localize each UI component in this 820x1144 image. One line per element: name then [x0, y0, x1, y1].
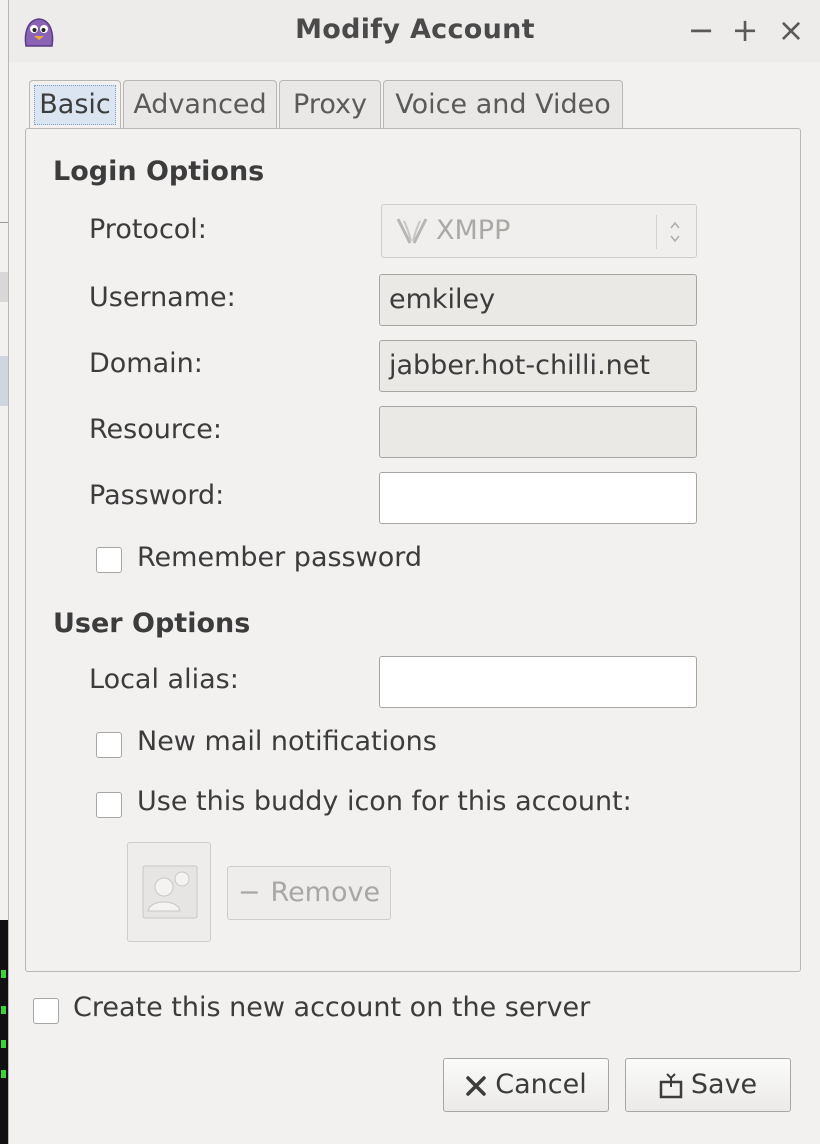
tab-basic-label: Basic — [34, 85, 116, 125]
new-mail-notifications-checkbox[interactable] — [96, 732, 122, 758]
create-account-label[interactable]: Create this new account on the server — [73, 992, 590, 1023]
resource-field[interactable] — [379, 406, 697, 458]
buddy-icon-label[interactable]: Use this buddy icon for this account: — [137, 786, 632, 817]
tab-voice-and-video-label: Voice and Video — [395, 89, 611, 120]
login-options-heading: Login Options — [53, 156, 265, 187]
new-mail-notifications-label[interactable]: New mail notifications — [137, 726, 437, 757]
remove-button-label: Remove — [270, 877, 381, 908]
buddy-icon-checkbox[interactable] — [96, 792, 122, 818]
local-alias-field[interactable] — [379, 656, 697, 708]
domain-label: Domain: — [89, 348, 203, 379]
username-label: Username: — [89, 282, 236, 313]
buddy-icon-button[interactable] — [127, 842, 211, 942]
protocol-label: Protocol: — [89, 214, 207, 245]
create-account-checkbox[interactable] — [33, 998, 59, 1024]
tab-voice-and-video[interactable]: Voice and Video — [383, 80, 623, 128]
spinner-arrows-icon — [670, 221, 680, 243]
cancel-button-label: Cancel — [495, 1069, 587, 1100]
title-bar[interactable]: Modify Account − + × — [9, 0, 820, 62]
domain-field[interactable]: jabber.hot-chilli.net — [379, 340, 697, 392]
tab-proxy-label: Proxy — [293, 89, 367, 120]
minus-icon: − — [237, 877, 261, 908]
save-button[interactable]: Save — [625, 1058, 791, 1112]
password-field[interactable] — [379, 472, 697, 524]
cancel-button[interactable]: Cancel — [443, 1058, 609, 1112]
remember-password-label[interactable]: Remember password — [137, 542, 422, 573]
local-alias-label: Local alias: — [89, 664, 239, 695]
tab-advanced-label: Advanced — [133, 89, 267, 120]
buddy-image-placeholder-icon — [142, 865, 198, 919]
remember-password-checkbox[interactable] — [96, 547, 122, 573]
password-label: Password: — [89, 480, 225, 511]
tab-advanced[interactable]: Advanced — [123, 80, 277, 128]
minimize-button[interactable]: − — [683, 12, 719, 48]
save-button-label: Save — [690, 1069, 758, 1100]
xmpp-icon — [396, 218, 428, 244]
maximize-button[interactable]: + — [727, 12, 763, 48]
user-options-heading: User Options — [53, 608, 251, 639]
modify-account-dialog: Modify Account − + × Basic Advanced Prox… — [8, 0, 820, 1144]
close-icon — [466, 1075, 487, 1096]
resource-label: Resource: — [89, 414, 222, 445]
remove-buddy-icon-button[interactable]: − Remove — [227, 866, 391, 920]
close-window-button[interactable]: × — [773, 12, 809, 48]
save-icon — [659, 1072, 683, 1098]
protocol-value: XMPP — [436, 215, 511, 246]
username-field[interactable]: emkiley — [379, 274, 697, 326]
tab-basic[interactable]: Basic — [29, 80, 121, 130]
tab-proxy[interactable]: Proxy — [279, 80, 381, 128]
protocol-select[interactable]: XMPP — [381, 204, 697, 258]
